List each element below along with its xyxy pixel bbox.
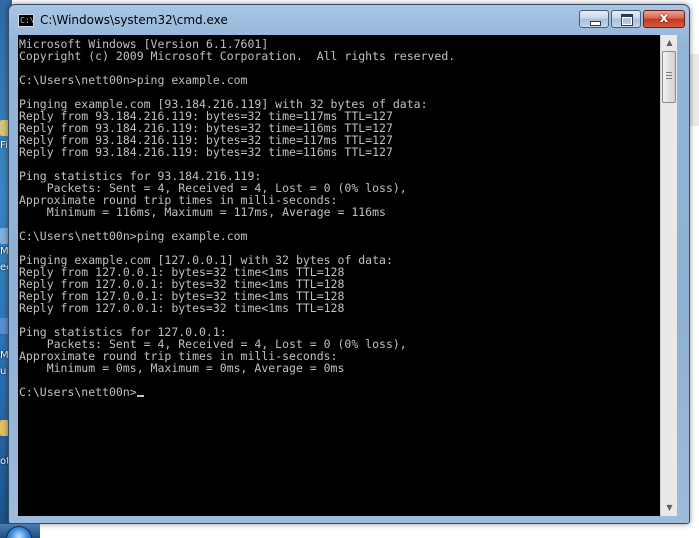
scroll-down-arrow-icon[interactable]: ▼ [662,500,677,516]
desktop-icon-label: Fi [0,140,8,151]
console-text: Microsoft Windows [Version 6.1.7601] Copy… [19,38,455,398]
console-line: Reply from 93.184.216.119: bytes=32 time… [19,145,393,159]
desktop: Fi Mi ec M u ot C:\ C:\Windows\system32\… [0,0,699,538]
minimize-icon [590,21,601,26]
console-line: C:\Users\nett00n>ping example.com [19,73,248,87]
cmd-window[interactable]: C:\ C:\Windows\system32\cmd.exe x Micros… [8,4,690,524]
desktop-icon-label: u [0,366,7,377]
console-output[interactable]: Microsoft Windows [Version 6.1.7601] Copy… [18,35,660,516]
thumb-grip [666,75,672,76]
console-prompt-line: C:\Users\nett00n> [19,386,455,398]
text-cursor [136,395,144,397]
console-line: Copyright (c) 2009 Microsoft Corporation… [19,49,456,63]
thumb-grip [666,78,672,79]
console-line: Minimum = 116ms, Maximum = 117ms, Averag… [19,205,386,219]
title-bar[interactable]: C:\ C:\Windows\system32\cmd.exe x [9,5,689,35]
console-line: C:\Users\nett00n>ping example.com [19,229,248,243]
taskbar [0,524,40,538]
close-icon: x [659,11,669,26]
console-line: Minimum = 0ms, Maximum = 0ms, Average = … [19,361,345,375]
minimize-button[interactable] [579,10,609,28]
start-button[interactable] [6,526,32,538]
vertical-scrollbar[interactable]: ▲ ▼ [660,35,677,516]
scroll-thumb[interactable] [662,51,676,103]
cmd-icon[interactable]: C:\ [18,14,34,27]
close-button[interactable]: x [643,10,685,28]
window-title: C:\Windows\system32\cmd.exe [40,13,228,27]
thumb-grip [666,72,672,73]
console-line: Reply from 127.0.0.1: bytes=32 time<1ms … [19,301,345,315]
console-prompt: C:\Users\nett00n> [19,385,137,399]
maximize-button[interactable] [611,10,641,28]
scroll-up-arrow-icon[interactable]: ▲ [662,35,677,51]
maximize-icon [621,14,633,26]
